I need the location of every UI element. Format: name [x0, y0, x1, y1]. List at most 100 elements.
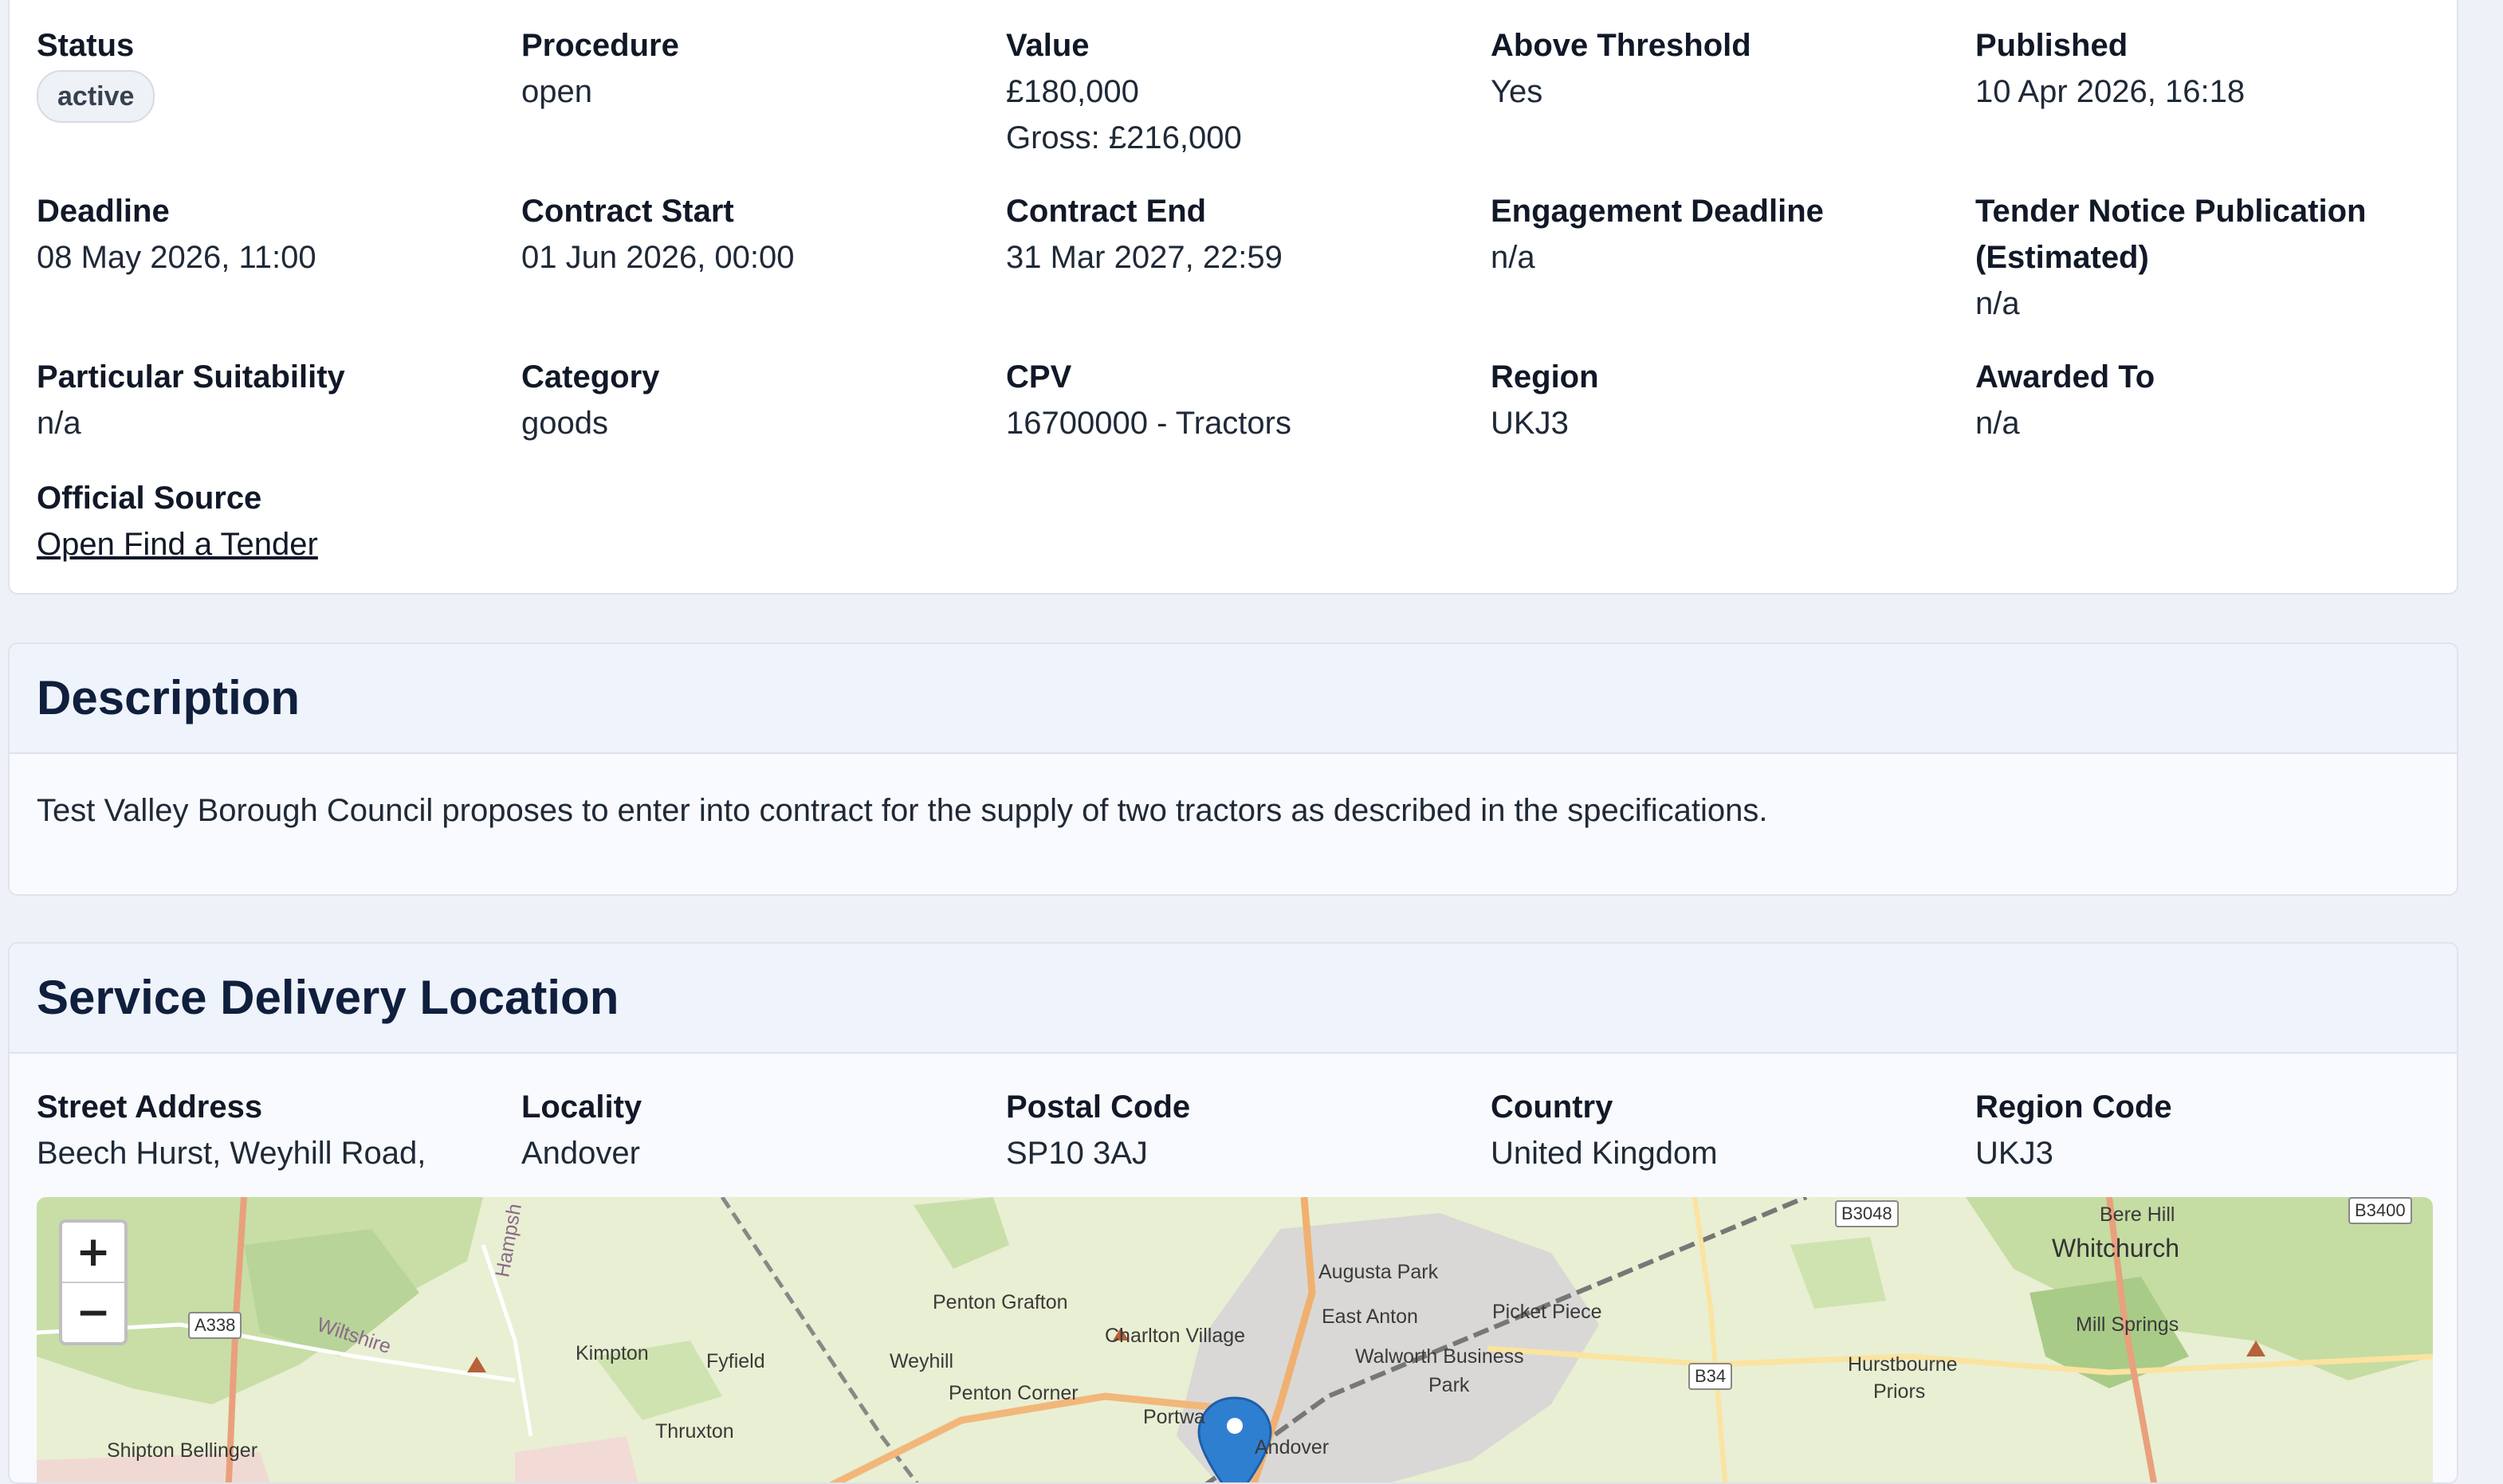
field-value: n/a: [37, 406, 81, 441]
field-value: United Kingdom: [1491, 1136, 1718, 1171]
map-label: Whitchurch: [2052, 1234, 2180, 1262]
deadline-field: Deadline 08 May 2026, 11:00: [37, 188, 499, 281]
region-code-field: Region Code UKJ3: [1975, 1084, 2438, 1176]
field-value: n/a: [1975, 286, 2020, 321]
street-address-field: Street Address Beech Hurst, Weyhill Road…: [37, 1084, 499, 1176]
field-value: UKJ3: [1975, 1136, 2053, 1171]
field-label: Contract Start: [521, 194, 734, 229]
field-value: n/a: [1975, 406, 2020, 441]
field-value: 01 Jun 2026, 00:00: [521, 240, 795, 275]
field-value: UKJ3: [1491, 406, 1569, 441]
zoom-in-button[interactable]: +: [62, 1223, 124, 1282]
contract-end-field: Contract End 31 Mar 2027, 22:59: [1006, 188, 1468, 281]
map-label: Augusta Park: [1318, 1261, 1439, 1283]
field-value: Beech Hurst, Weyhill Road,: [37, 1136, 426, 1171]
field-value: 08 May 2026, 11:00: [37, 240, 316, 275]
open-find-a-tender-link[interactable]: Open Find a Tender: [37, 527, 318, 562]
field-value: £180,000: [1006, 74, 1139, 109]
field-label: Deadline: [37, 194, 170, 229]
particular-suitability-field: Particular Suitability n/a: [37, 354, 499, 446]
country-field: Country United Kingdom: [1491, 1084, 1953, 1176]
map-label: Portwa: [1143, 1406, 1205, 1428]
map-label: Weyhill: [890, 1350, 954, 1372]
road-label: B3048: [1835, 1200, 1899, 1227]
field-value: Yes: [1491, 74, 1543, 109]
field-label: Status: [37, 28, 135, 63]
region-field: Region UKJ3: [1491, 354, 1953, 446]
map-label: Penton Corner: [949, 1382, 1079, 1404]
engagement-deadline-field: Engagement Deadline n/a: [1491, 188, 1953, 281]
map-label: Fyfield: [706, 1350, 765, 1372]
map-label: Priors: [1873, 1380, 1926, 1403]
map-label: Andover: [1255, 1436, 1330, 1458]
description-title: Description: [37, 671, 301, 724]
road-label: B3400: [2348, 1197, 2412, 1224]
location-title: Service Delivery Location: [37, 971, 619, 1024]
service-delivery-location-card: Service Delivery Location Street Address…: [8, 942, 2458, 1484]
field-label: Engagement Deadline: [1491, 194, 1824, 229]
field-label: Tender Notice Publication (Estimated): [1975, 194, 2367, 275]
zoom-controls: + −: [59, 1219, 128, 1345]
map-label: Bere Hill: [2100, 1203, 2175, 1226]
field-label: Street Address: [37, 1089, 263, 1125]
field-label: Awarded To: [1975, 359, 2155, 395]
map-label: Hurstbourne: [1848, 1353, 1958, 1376]
value-field: Value £180,000 Gross: £216,000: [1006, 22, 1468, 161]
description-header: Description: [10, 644, 2457, 754]
field-label: Postal Code: [1006, 1089, 1191, 1125]
field-label: Region: [1491, 359, 1599, 395]
description-card: Description Test Valley Borough Council …: [8, 642, 2458, 896]
map-label: East Anton: [1322, 1305, 1418, 1328]
map-label: Thruxton: [655, 1420, 734, 1443]
status-field: Status active: [37, 22, 499, 123]
field-value: Andover: [521, 1136, 640, 1171]
field-label: Country: [1491, 1089, 1613, 1125]
map-label: Picket Piece: [1492, 1301, 1602, 1323]
map-label: Mill Springs: [2076, 1313, 2179, 1336]
field-value: n/a: [1491, 240, 1535, 275]
field-label: Above Threshold: [1491, 28, 1751, 63]
map-view[interactable]: + − Augusta Park East Anton Picket Piece…: [37, 1197, 2433, 1482]
field-value: goods: [521, 406, 608, 441]
field-label: Procedure: [521, 28, 679, 63]
status-badge: active: [37, 70, 155, 123]
map-label: Charlton Village: [1105, 1325, 1246, 1347]
field-label: Published: [1975, 28, 2128, 63]
cpv-field: CPV 16700000 - Tractors: [1006, 354, 1468, 446]
official-source-field: Official Source Open Find a Tender: [37, 475, 499, 567]
awarded-to-field: Awarded To n/a: [1975, 354, 2438, 446]
road-label: B34: [1688, 1363, 1733, 1390]
description-text: Test Valley Borough Council proposes to …: [37, 793, 1768, 828]
map-label: Park: [1428, 1374, 1470, 1396]
field-label: Value: [1006, 28, 1090, 63]
zoom-out-button[interactable]: −: [62, 1282, 124, 1342]
field-value: 10 Apr 2026, 16:18: [1975, 74, 2246, 109]
map-label: Penton Grafton: [933, 1291, 1068, 1313]
published-field: Published 10 Apr 2026, 16:18: [1975, 22, 2438, 115]
gross-value: Gross: £216,000: [1006, 120, 1242, 155]
location-header: Service Delivery Location: [10, 944, 2457, 1054]
field-label: Category: [521, 359, 660, 395]
map-label: Walworth Business: [1355, 1345, 1524, 1368]
field-value: SP10 3AJ: [1006, 1136, 1148, 1171]
map-label: Kimpton: [576, 1342, 649, 1364]
procedure-field: Procedure open: [521, 22, 984, 115]
field-value: open: [521, 74, 592, 109]
tender-details-card: Status active Procedure open Value £180,…: [8, 0, 2458, 595]
field-label: Locality: [521, 1089, 642, 1125]
field-value: 16700000 - Tractors: [1006, 406, 1291, 441]
map-label: Shipton Bellinger: [107, 1439, 258, 1462]
field-label: CPV: [1006, 359, 1072, 395]
postal-code-field: Postal Code SP10 3AJ: [1006, 1084, 1468, 1176]
locality-field: Locality Andover: [521, 1084, 984, 1176]
road-label: A338: [188, 1312, 242, 1339]
above-threshold-field: Above Threshold Yes: [1491, 22, 1953, 115]
contract-start-field: Contract Start 01 Jun 2026, 00:00: [521, 188, 984, 281]
field-label: Region Code: [1975, 1089, 2172, 1125]
category-field: Category goods: [521, 354, 984, 446]
field-label: Contract End: [1006, 194, 1207, 229]
field-label: Official Source: [37, 481, 262, 516]
field-label: Particular Suitability: [37, 359, 345, 395]
field-value: 31 Mar 2027, 22:59: [1006, 240, 1283, 275]
tender-notice-publication-field: Tender Notice Publication (Estimated) n/…: [1975, 188, 2422, 327]
